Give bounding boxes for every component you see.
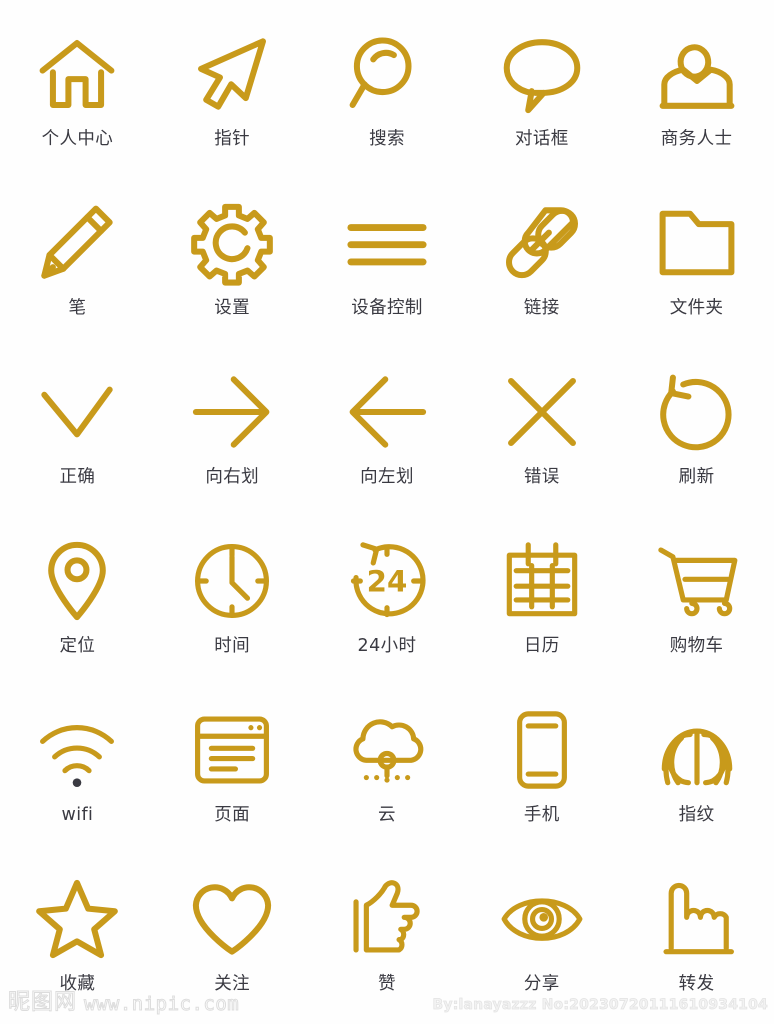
clock-icon (184, 533, 280, 629)
icon-cell-device[interactable]: 设备控制 (310, 177, 465, 346)
icon-label: 个人中心 (41, 129, 114, 149)
icon-cell-dialog[interactable]: 对话框 (464, 8, 619, 177)
business-person-icon (649, 26, 745, 122)
icon-cell-time[interactable]: 时间 (155, 515, 310, 684)
cursor-arrow-icon (184, 26, 280, 122)
icon-label: 时间 (214, 636, 251, 656)
speech-bubble-icon (494, 26, 590, 122)
footer-watermark-bar: 昵图网 www.nipic.com By:lanayazzz No:202307… (0, 968, 774, 1024)
24-hours-icon: 24 (339, 533, 435, 629)
icon-cell-cloud[interactable]: 云 (310, 684, 465, 853)
icon-sheet: 个人中心 指针 搜索 对话框 商务人士 笔 设置 设备控制 链接 文件夹 正确 … (0, 0, 774, 1024)
icon-cell-fingerprint[interactable]: 指纹 (619, 684, 774, 853)
pencil-icon (29, 195, 125, 291)
icon-label: 链接 (523, 298, 560, 318)
icon-label: 笔 (68, 298, 87, 318)
icon-cell-page[interactable]: 页面 (155, 684, 310, 853)
wifi-icon (29, 702, 125, 798)
icon-label: 指纹 (678, 805, 715, 825)
icon-cell-pen[interactable]: 笔 (0, 177, 155, 346)
star-icon (29, 871, 125, 967)
svg-text:24: 24 (367, 564, 408, 598)
icon-label: wifi (61, 805, 94, 825)
icon-label: 设置 (214, 298, 251, 318)
icon-cell-refresh[interactable]: 刷新 (619, 346, 774, 515)
icon-cell-calendar[interactable]: 日历 (464, 515, 619, 684)
icon-label: 指针 (214, 129, 251, 149)
folder-icon (649, 195, 745, 291)
map-pin-icon (29, 533, 125, 629)
icon-cell-location[interactable]: 定位 (0, 515, 155, 684)
icon-label: 正确 (59, 467, 96, 487)
browser-page-icon (184, 702, 280, 798)
arrow-right-icon (184, 364, 280, 460)
icon-cell-swipe-right[interactable]: 向右划 (155, 346, 310, 515)
site-url: www.nipic.com (84, 993, 240, 1015)
icon-cell-folder[interactable]: 文件夹 (619, 177, 774, 346)
calendar-icon (494, 533, 590, 629)
refresh-circular-arrow-icon (649, 364, 745, 460)
icon-label: 向左划 (360, 467, 414, 487)
author-credit: By:lanayazzz No:20230720111610934104 (432, 997, 768, 1013)
icon-cell-error[interactable]: 错误 (464, 346, 619, 515)
icon-cell-search[interactable]: 搜索 (310, 8, 465, 177)
pointing-hand-icon (649, 871, 745, 967)
cloud-icon (339, 702, 435, 798)
icon-label: 向右划 (205, 467, 260, 487)
chain-link-icon (494, 195, 590, 291)
icon-label: 文件夹 (669, 298, 724, 318)
icon-cell-wifi[interactable]: wifi (0, 684, 155, 853)
gear-icon (184, 195, 280, 291)
icon-label: 设备控制 (351, 298, 423, 318)
fingerprint-icon (649, 702, 745, 798)
icon-label: 手机 (523, 805, 560, 825)
icon-cell-hours24[interactable]: 24 24小时 (310, 515, 465, 684)
icon-grid: 个人中心 指针 搜索 对话框 商务人士 笔 设置 设备控制 链接 文件夹 正确 … (0, 8, 774, 1022)
icon-cell-settings[interactable]: 设置 (155, 177, 310, 346)
icon-cell-correct[interactable]: 正确 (0, 346, 155, 515)
close-cross-icon (494, 364, 590, 460)
thumbs-up-icon (339, 871, 435, 967)
icon-label: 购物车 (669, 636, 724, 656)
icon-label: 刷新 (678, 467, 715, 487)
icon-label: 页面 (214, 805, 251, 825)
search-magnifier-icon (339, 26, 435, 122)
icon-cell-home[interactable]: 个人中心 (0, 8, 155, 177)
icon-cell-cursor[interactable]: 指针 (155, 8, 310, 177)
icon-label: 搜索 (369, 129, 405, 149)
icon-label: 对话框 (514, 129, 569, 149)
shopping-cart-icon (649, 533, 745, 629)
icon-cell-cart[interactable]: 购物车 (619, 515, 774, 684)
icon-cell-business[interactable]: 商务人士 (619, 8, 774, 177)
site-name-cn: 昵图网 (7, 990, 78, 1015)
icon-label: 错误 (523, 467, 560, 487)
icon-label: 云 (378, 805, 396, 825)
hamburger-menu-icon (339, 195, 435, 291)
eye-icon (494, 871, 590, 967)
home-icon (29, 26, 125, 122)
icon-label: 商务人士 (660, 129, 733, 149)
icon-label: 日历 (523, 636, 560, 656)
icon-cell-phone[interactable]: 手机 (464, 684, 619, 853)
site-watermark: 昵图网 www.nipic.com (7, 990, 240, 1015)
check-chevron-down-icon (29, 364, 125, 460)
mobile-phone-icon (494, 702, 590, 798)
arrow-left-icon (339, 364, 435, 460)
icon-cell-swipe-left[interactable]: 向左划 (310, 346, 465, 515)
heart-icon (184, 871, 280, 967)
icon-label: 定位 (59, 636, 96, 656)
icon-cell-link[interactable]: 链接 (464, 177, 619, 346)
icon-label: 24小时 (357, 636, 417, 656)
